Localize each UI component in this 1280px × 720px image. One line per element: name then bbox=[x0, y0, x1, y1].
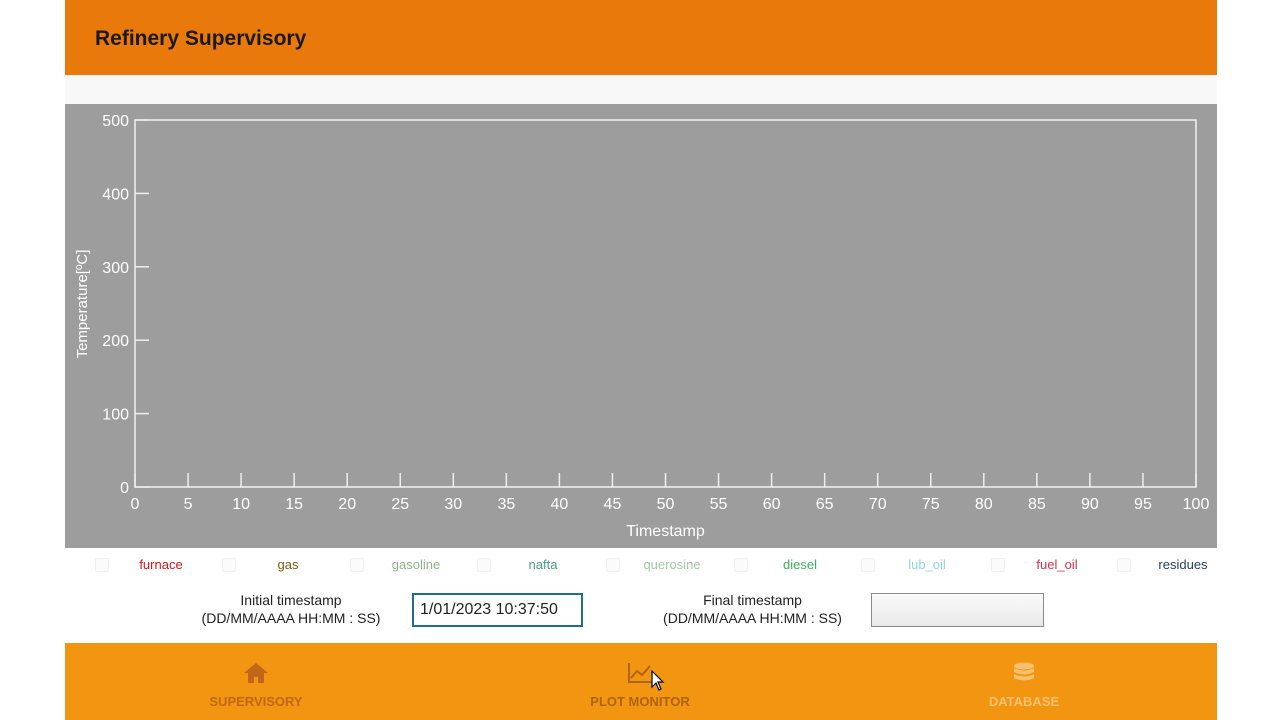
y-tick-label-3: 300 bbox=[102, 260, 129, 277]
initial-timestamp-format: (DD/MM/AAAA HH:MM : SS) bbox=[201, 610, 381, 626]
legend-item-diesel[interactable]: diesel bbox=[740, 557, 860, 572]
series-legend: furnace gas gasoline nafta querosine diesel lu… bbox=[65, 548, 1217, 582]
legend-item-fuel_oil[interactable]: fuel_oil bbox=[997, 557, 1117, 572]
y-tick-label-1: 100 bbox=[102, 407, 129, 424]
x-tick-label-19: 95 bbox=[1134, 496, 1152, 513]
toolbar-strip bbox=[65, 75, 1217, 104]
x-tick-label-8: 40 bbox=[551, 496, 569, 513]
plot-area[interactable]: 0 100 200 300 400 500 0 5 10 15 20 25 30 35 40 45 50 55 60… bbox=[65, 104, 1217, 548]
x-tick-label-7: 35 bbox=[497, 496, 515, 513]
x-tick-label-18: 90 bbox=[1081, 496, 1099, 513]
x-tick-label-1: 5 bbox=[184, 496, 193, 513]
x-tick-label-11: 55 bbox=[710, 496, 728, 513]
y-tick-label-4: 400 bbox=[102, 186, 129, 203]
nav-supervisory[interactable]: SUPERVISORY bbox=[156, 643, 356, 720]
initial-timestamp-label: Initial timestamp (DD/MM/AAAA HH:MM : SS… bbox=[200, 591, 382, 627]
x-tick-label-3: 15 bbox=[285, 496, 303, 513]
x-tick-label-20: 100 bbox=[1183, 496, 1210, 513]
y-tick-label-5: 500 bbox=[102, 113, 129, 130]
final-timestamp-input[interactable] bbox=[871, 593, 1044, 627]
y-tick-label-0: 0 bbox=[120, 480, 129, 497]
x-tick-label-14: 70 bbox=[869, 496, 887, 513]
initial-timestamp-title: Initial timestamp bbox=[240, 592, 342, 608]
app-header: Refinery Supervisory bbox=[65, 0, 1217, 75]
bottom-navigation: SUPERVISORY PLOT MONITOR DATABASE bbox=[65, 643, 1217, 720]
x-tick-label-5: 25 bbox=[391, 496, 409, 513]
initial-timestamp-input[interactable]: 1/01/2023 10:37:50 bbox=[412, 593, 583, 627]
legend-item-lub_oil[interactable]: lub_oil bbox=[867, 557, 987, 572]
legend-item-gasoline[interactable]: gasoline bbox=[356, 557, 476, 572]
nav-plot-monitor[interactable]: PLOT MONITOR bbox=[540, 643, 740, 720]
final-timestamp-format: (DD/MM/AAAA HH:MM : SS) bbox=[663, 610, 842, 626]
plot-frame bbox=[134, 119, 1197, 488]
final-timestamp-title: Final timestamp bbox=[703, 592, 802, 608]
final-timestamp-label: Final timestamp (DD/MM/AAAA HH:MM : SS) bbox=[660, 591, 845, 627]
x-tick-label-17: 85 bbox=[1028, 496, 1046, 513]
y-axis-label: Temperature[ºC] bbox=[74, 250, 91, 359]
x-tick-label-16: 80 bbox=[975, 496, 993, 513]
x-tick-label-12: 60 bbox=[763, 496, 781, 513]
nav-supervisory-label: SUPERVISORY bbox=[209, 694, 303, 709]
x-tick-label-13: 65 bbox=[816, 496, 834, 513]
x-axis-label: Timestamp bbox=[626, 523, 705, 540]
x-tick-label-9: 45 bbox=[604, 496, 622, 513]
nav-plot-monitor-label: PLOT MONITOR bbox=[590, 694, 690, 709]
page-title: Refinery Supervisory bbox=[95, 27, 307, 50]
x-tick-label-4: 20 bbox=[338, 496, 356, 513]
legend-item-furnace[interactable]: furnace bbox=[101, 557, 221, 572]
legend-item-querosine[interactable]: querosine bbox=[612, 557, 732, 572]
x-tick-label-2: 10 bbox=[232, 496, 250, 513]
mouse-cursor-icon bbox=[651, 670, 665, 691]
app-window: Refinery Supervisory 0 100 200 300 400 500 0 5 1… bbox=[65, 0, 1217, 720]
legend-item-gas[interactable]: gas bbox=[228, 557, 348, 572]
x-tick-label-10: 50 bbox=[657, 496, 675, 513]
x-tick-label-15: 75 bbox=[922, 496, 940, 513]
chart-line-icon bbox=[628, 663, 652, 683]
nav-database-label: DATABASE bbox=[988, 694, 1060, 709]
temperature-chart: 0 100 200 300 400 500 0 5 10 15 20 25 30 35 40 45 50 55 60… bbox=[74, 113, 1210, 540]
x-tick-label-0: 0 bbox=[131, 496, 140, 513]
x-tick-label-6: 30 bbox=[444, 496, 462, 513]
database-icon bbox=[1014, 662, 1034, 681]
legend-item-nafta[interactable]: nafta bbox=[483, 557, 603, 572]
legend-item-residues[interactable]: residues bbox=[1123, 557, 1217, 572]
home-icon bbox=[244, 663, 268, 683]
nav-database[interactable]: DATABASE bbox=[924, 643, 1124, 720]
y-tick-label-2: 200 bbox=[102, 333, 129, 350]
